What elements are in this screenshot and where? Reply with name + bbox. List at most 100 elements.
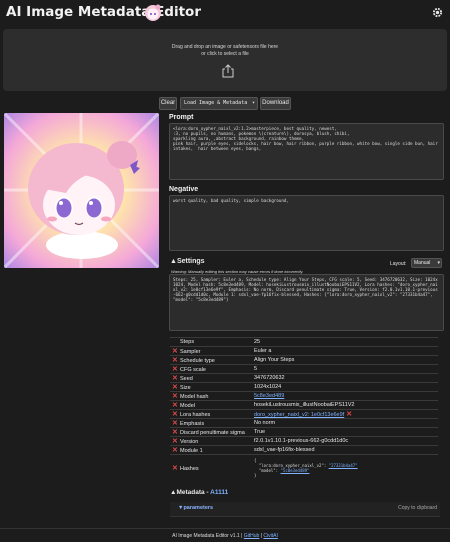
hashes-value-cell: { "lora:doro_xypher_naixl_v2": "27331b4a… [248,453,438,481]
file-dropzone[interactable]: Drag and drop an image or safetensors fi… [3,29,447,91]
param-value: 25 [254,338,261,345]
settings-raw-textarea[interactable]: Steps: 25, Sampler: Euler a, Schedule ty… [169,274,444,331]
chevron-down-icon: ▾ [437,260,440,266]
remove-x-icon[interactable]: ✕ [172,383,180,391]
param-key-cell: ✕ Hashes [170,453,248,481]
image-preview [4,113,159,268]
remove-x-icon[interactable]: ✕ [172,374,180,382]
prompt-label: Prompt [169,114,194,121]
parameters-toggle[interactable]: ▼parameters [178,505,213,511]
param-key-cell: ✕ Model [170,399,248,410]
app-header: AI Image Metadata Editor [0,0,450,24]
param-key: CFG scale [180,366,206,373]
settings-header[interactable]: ▲Settings [170,258,205,265]
param-key: Sampler [180,348,201,355]
param-value-cell: Euler a [248,345,438,356]
param-key: Emphasis [180,420,205,427]
chibi-logo-icon [145,4,161,21]
metadata-header[interactable]: ▲Metadata - A1111 [170,489,228,496]
remove-x-icon[interactable]: ✕ [172,365,180,373]
param-value-cell: 3476720632 [248,372,438,383]
remove-x-icon[interactable]: ✕ [172,410,180,418]
param-row: ✕ Version f2.0.1v1.10.1-previous-662-g0cdd… [170,435,438,446]
param-row: ✕ Lora hashes doro_xypher_naixl_v2: 1e0cf1… [170,408,438,419]
load-mode-select[interactable]: Load Image & Metadata ▾ [180,97,258,110]
remove-x-icon[interactable]: ✕ [172,428,180,436]
param-value: Align Your Steps [254,356,295,363]
civitai-link[interactable]: CivitAI [263,533,277,539]
param-key: Size [180,384,191,391]
metadata-label: Metadata - [176,489,211,496]
metadata-source: A1111 [210,489,229,496]
param-row: Steps 25 [170,337,438,347]
param-value-link[interactable]: 5c8e3ed489 [254,393,284,399]
hashes-close-brace: } [254,472,257,478]
gear-icon[interactable] [432,7,443,18]
remove-x-icon[interactable]: ✕ [172,347,180,355]
param-key-cell: ✕ Model hash [170,390,248,401]
layout-select-value: Manual [414,260,431,266]
metadata-parameters-row: ▼parameters Copy to clipboard [170,502,440,517]
param-key: Hashes [180,465,199,472]
param-value: sdxl_vae-fp16fix-blessed [254,446,315,453]
dropzone-text: Drag and drop an image or safetensors fi… [3,44,447,57]
download-button[interactable]: Download [260,97,291,110]
remove-x-icon[interactable]: ✕ [172,419,180,427]
settings-toggle-icon: ▲ [170,258,177,265]
param-key: Version [180,438,199,445]
param-key: Steps [180,338,195,345]
param-key-cell: ✕ Sampler [170,345,248,356]
param-key-cell: ✕ Emphasis [170,417,248,428]
param-value: 1024x1024 [254,383,282,390]
param-value-cell: 5c8e3ed489 [248,390,438,401]
dropzone-line-2: or click to select a file [201,50,249,57]
layout-label: Layout: [390,261,407,267]
param-value-cell: f2.0.1v1.10.1-previous-662-g0cdd1d0c [248,435,438,446]
param-key-cell: ✕ CFG scale [170,363,248,374]
param-row: ✕ Model hosekiLustrousmix_illustNoobaiEPS1… [170,399,438,410]
layout-select[interactable]: Manual ▾ [411,258,442,268]
param-row: ✕ Schedule type Align Your Steps [170,354,438,365]
param-key: Model hash [180,393,209,400]
param-row: ✕ Emphasis No norm [170,417,438,428]
remove-lora-x-icon[interactable]: ✕ [346,410,354,418]
param-row: ✕ Module 1 sdxl_vae-fp16fix-blessed [170,444,438,455]
footer-text: AI Image Metadata Editor v1.1 | [172,533,244,539]
clear-button[interactable]: Clear [159,97,177,110]
param-value-cell: hosekiLustrousmix_illustNoobaiEPS11V2 [248,399,438,410]
param-value-cell: 1024x1024 [248,381,438,392]
param-row: ✕ Discard penultimate sigma True [170,426,438,437]
param-key-cell: ✕ Schedule type [170,354,248,365]
param-key-cell: ✕ Module 1 [170,444,248,455]
copy-to-clipboard-button[interactable]: Copy to clipboard [398,505,437,511]
github-link[interactable]: GitHub [244,533,260,539]
param-value: 3476720632 [254,374,285,381]
negative-label: Negative [169,186,199,193]
hashes-lora-link[interactable]: "27331b4a47" [329,463,358,468]
prompt-textarea[interactable]: <lora:doro_xypher_naixl_v2:1.2>masterpie… [169,123,444,180]
param-key: Module 1 [180,447,203,454]
param-row-hashes: ✕ Hashes{ "lora:doro_xypher_naixl_v2": "2… [170,453,438,481]
share-upload-icon [222,64,234,78]
param-value-link[interactable]: doro_xypher_naixl_v2: 1e0cf13e6e9f [254,412,344,418]
param-row: ✕ Sampler Euler a [170,345,438,356]
remove-x-icon[interactable]: ✕ [172,464,180,472]
param-value: 5 [254,365,258,372]
footer-divider [0,528,450,529]
param-value-cell: doro_xypher_naixl_v2: 1e0cf13e6e9f ✕ [248,408,438,419]
param-key: Model [180,402,195,409]
hashes-model-link[interactable]: "5c8e3ed489" [281,468,310,473]
param-key: Lora hashes [180,411,211,418]
remove-x-icon[interactable]: ✕ [172,401,180,409]
remove-x-icon[interactable]: ✕ [172,446,180,454]
negative-textarea[interactable]: worst quality, bad quality, simple backg… [169,195,444,251]
param-value: True [254,428,266,435]
params-table: Steps 25 ✕ Sampler Euler a ✕ Schedule type Alig… [170,337,438,481]
param-key-cell: ✕ Lora hashes [170,408,248,419]
remove-x-icon[interactable]: ✕ [172,392,180,400]
app-title: AI Image Metadata Editor [6,4,201,20]
remove-x-icon[interactable]: ✕ [172,437,180,445]
remove-x-icon[interactable]: ✕ [172,356,180,364]
param-key-cell: ✕ Version [170,435,248,446]
param-value: f2.0.1v1.10.1-previous-662-g0cdd1d0c [254,437,349,444]
